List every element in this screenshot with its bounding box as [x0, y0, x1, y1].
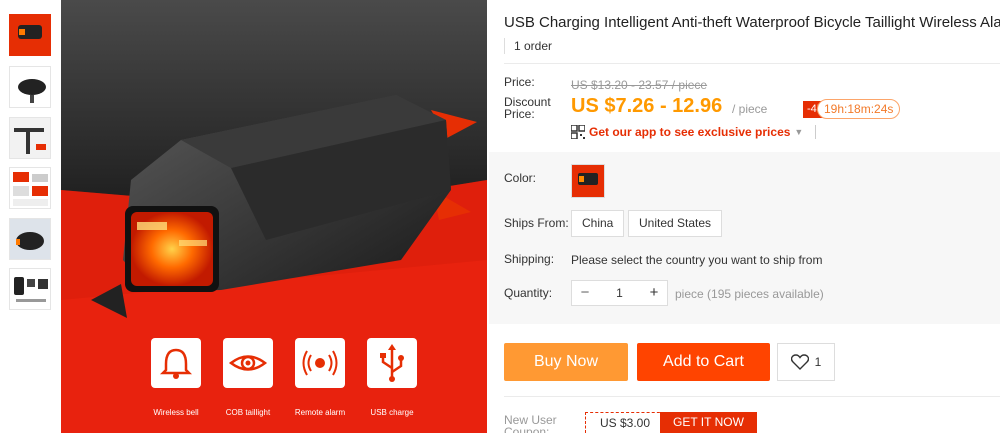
app-link-text: Get our app to see exclusive prices [589, 125, 791, 139]
ships-from-china[interactable]: China [571, 210, 625, 237]
feature-wireless-bell [151, 338, 201, 388]
order-count: 1 order [504, 38, 552, 54]
thumbnail-3[interactable] [9, 117, 51, 159]
wishlist-count: 1 [814, 355, 822, 369]
coupon-value: US $3.00 [585, 412, 666, 433]
qr-code-icon [571, 125, 585, 139]
coupon-label: New User Coupon: [504, 413, 557, 433]
thumbnail-5[interactable] [9, 218, 51, 260]
feature-label-cob-taillight: COB taillight [225, 408, 271, 417]
divider [504, 63, 1000, 64]
countdown-timer: 19h:18m:24s [817, 99, 901, 119]
quantity-label: Quantity: [504, 286, 553, 300]
product-title: USB Charging Intelligent Anti-theft Wate… [504, 14, 1000, 31]
quantity-increase-button[interactable]: + [641, 281, 667, 305]
pieces-available: piece (195 pieces available) [675, 287, 824, 301]
divider [504, 396, 1000, 397]
app-exclusive-prices-link[interactable]: Get our app to see exclusive prices ▼ [571, 125, 817, 139]
thumbnail-strip [0, 0, 60, 433]
add-to-cart-button[interactable]: Add to Cart [637, 343, 770, 381]
separator [815, 125, 817, 139]
shipping-label: Shipping: [504, 252, 555, 266]
feature-usb-charge [367, 338, 417, 388]
eye-icon [228, 355, 268, 371]
feature-cob-taillight [223, 338, 273, 388]
feature-label-usb-charge: USB charge [370, 408, 414, 417]
thumbnail-2[interactable] [9, 66, 51, 108]
product-photo [61, 0, 487, 433]
thumbnail-6[interactable] [9, 268, 51, 310]
discount-price-label: Discount Price: [504, 95, 551, 121]
shipping-message: Please select the country you want to sh… [571, 253, 823, 267]
original-price: US $13.20 - 23.57 / piece [571, 78, 708, 92]
quantity-stepper: − 1 + [571, 280, 668, 306]
feature-label-wireless-bell: Wireless bell [153, 408, 199, 417]
thumbnail-1[interactable] [9, 14, 51, 56]
heart-icon [790, 354, 809, 370]
wishlist-button[interactable]: 1 [777, 343, 835, 381]
color-swatch[interactable] [571, 164, 605, 198]
quantity-decrease-button[interactable]: − [572, 281, 598, 305]
ships-from-label: Ships From: [504, 216, 569, 230]
color-label: Color: [504, 171, 537, 185]
price-unit: / piece [732, 102, 768, 116]
feature-label-remote-alarm: Remote alarm [294, 408, 346, 417]
discount-price: US $7.26 - 12.96 [571, 95, 723, 117]
product-info-panel: USB Charging Intelligent Anti-theft Wate… [489, 0, 1000, 433]
buy-now-button[interactable]: Buy Now [504, 343, 628, 381]
feature-remote-alarm [295, 338, 345, 388]
get-coupon-button[interactable]: GET IT NOW [660, 412, 757, 433]
chevron-down-icon: ▼ [794, 127, 804, 137]
alarm-icon [302, 350, 338, 376]
main-product-image[interactable]: Wireless bell COB taillight Remote alarm… [61, 0, 487, 433]
usb-icon [380, 344, 404, 382]
bell-icon [159, 348, 193, 379]
ships-from-united-states[interactable]: United States [628, 210, 723, 237]
quantity-input[interactable]: 1 [598, 286, 641, 300]
price-label: Price: [504, 75, 535, 89]
thumbnail-4[interactable] [9, 167, 51, 209]
